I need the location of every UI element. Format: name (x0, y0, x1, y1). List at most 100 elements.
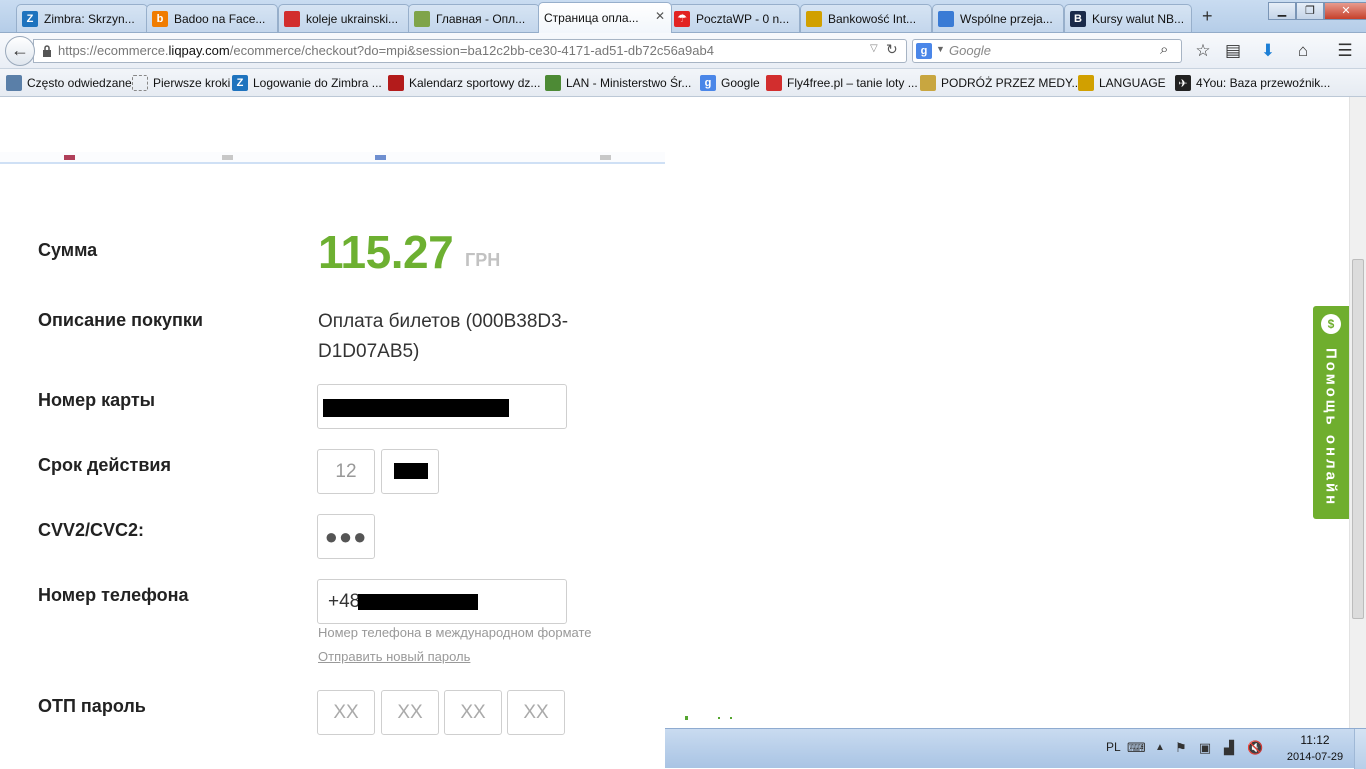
phone-input[interactable]: +48 (317, 579, 567, 624)
browser-tab[interactable]: ☂ PocztaWP - 0 n... (668, 4, 800, 32)
expiry-month-input[interactable]: 12 (317, 449, 375, 494)
language-indicator[interactable]: PL (1106, 740, 1121, 754)
show-desktop-button[interactable] (1354, 729, 1366, 769)
bookmark-item[interactable]: Kalendarz sportowy dz... (388, 75, 540, 91)
otp-input-1[interactable]: XX (317, 690, 375, 735)
bookmark-folder-icon (6, 75, 22, 91)
menu-icon[interactable]: ☰ (1334, 41, 1356, 63)
google-icon: g (700, 75, 716, 91)
new-tab-button[interactable]: + (1202, 6, 1213, 27)
browser-tab[interactable]: b Badoo na Face... (146, 4, 278, 32)
bookmark-item[interactable]: ✈ 4You: Baza przewoźnik... (1175, 75, 1330, 91)
star-icon[interactable]: ☆ (1192, 41, 1214, 63)
phone-prefix: +48 (328, 590, 361, 612)
minimize-button[interactable]: ▁ (1268, 2, 1296, 20)
bank-icon (806, 10, 822, 27)
otp-input-3[interactable]: XX (444, 690, 502, 735)
calendar-icon (388, 75, 404, 91)
browser-tab[interactable]: koleje ukrainski... (278, 4, 410, 32)
lan-icon (545, 75, 561, 91)
maximize-button[interactable]: ❐ (1296, 2, 1324, 20)
nbp-icon: B (1070, 10, 1086, 27)
browser-tab[interactable]: Wspólne przeja... (932, 4, 1064, 32)
back-button[interactable]: ← (5, 36, 35, 66)
online-help-button[interactable]: $ Помощь онлайн (1313, 306, 1349, 519)
network-signal-icon[interactable]: ▟ (1221, 740, 1237, 756)
bookmark-item[interactable]: Pierwsze kroki (132, 75, 230, 91)
keyboard-icon[interactable]: ⌨ (1127, 740, 1146, 756)
tab-strip: Z Zimbra: Skrzyn... b Badoo na Face... kolej… (0, 0, 1366, 33)
otp-input-2[interactable]: XX (381, 690, 439, 735)
help-chat-icon: $ (1321, 314, 1341, 334)
chevron-down-icon[interactable]: ▼ (936, 44, 945, 54)
bookmark-label: Kalendarz sportowy dz... (409, 76, 541, 90)
resend-password-link[interactable]: Отправить новый пароль (318, 649, 470, 664)
volume-muted-icon[interactable]: 🔇 (1247, 740, 1263, 756)
browser-tab[interactable]: Главная - Опл... (408, 4, 540, 32)
header-strip-remnant (0, 152, 665, 164)
lock-icon (43, 45, 51, 57)
bookmark-item[interactable]: LANGUAGE (1078, 75, 1166, 91)
amount-label: Сумма (38, 240, 98, 260)
checkout-panel: Сумма 115.27 ГРН Описание покупки Оплата… (0, 97, 665, 768)
search-input[interactable]: Google (912, 39, 1182, 63)
clock-time[interactable]: 11:12 (1285, 733, 1345, 747)
strip-mark (600, 155, 611, 160)
bookmark-item[interactable]: Z Logowanie do Zimbra ... (232, 75, 382, 91)
card-number-input[interactable] (317, 384, 567, 429)
zimbra-icon: Z (232, 75, 248, 91)
phone-label: Номер телефона (38, 585, 189, 605)
people-icon (938, 10, 954, 27)
browser-tab[interactable]: Страница опла... ✕ (538, 2, 672, 33)
expiry-year-input[interactable] (381, 449, 439, 494)
action-center-flag-icon[interactable]: ⚑ (1173, 740, 1189, 756)
otp-placeholder: XX (523, 701, 549, 723)
description-label: Описание покупки (38, 310, 203, 330)
tab-label: Wspólne przeja... (960, 11, 1053, 26)
browser-tab[interactable]: Bankowość Int... (800, 4, 932, 32)
url-dropdown-icon[interactable]: ▽ (870, 43, 878, 54)
search-icon[interactable]: ⌕ (1160, 41, 1168, 58)
google-search-engine-icon[interactable]: g (916, 43, 932, 59)
reload-icon[interactable]: ↻ (886, 41, 898, 58)
tab-label: koleje ukrainski... (306, 11, 399, 26)
bookmark-item[interactable]: LAN - Ministerstwo Śr... (545, 75, 691, 91)
otp-placeholder: XX (333, 701, 359, 723)
bookmark-item[interactable]: Często odwiedzane (6, 75, 132, 91)
reading-list-icon[interactable]: ▤ (1222, 41, 1244, 63)
browser-tab[interactable]: Z Zimbra: Skrzyn... (16, 4, 148, 32)
url-bar[interactable]: https://ecommerce.liqpay.com/ecommerce/c… (33, 39, 907, 63)
strip-mark (375, 155, 386, 160)
device-icon[interactable]: ▣ (1197, 740, 1213, 756)
bookmark-label: Często odwiedzane (27, 76, 132, 90)
browser-tab[interactable]: B Kursy walut NB... (1064, 4, 1192, 32)
close-window-button[interactable]: ✕ (1324, 2, 1366, 20)
flight-icon (284, 10, 300, 27)
scrollbar-thumb[interactable] (1352, 259, 1364, 619)
otp-input-4[interactable]: XX (507, 690, 565, 735)
tray-expand-icon[interactable]: ▲ (1152, 740, 1168, 756)
description-value: Оплата билетов (000B38D3-D1D07AB5) (318, 311, 569, 362)
bookmark-item[interactable]: Fly4free.pl – tanie loty ... (766, 75, 918, 91)
home-icon[interactable]: ⌂ (1292, 41, 1314, 63)
close-tab-icon[interactable]: ✕ (655, 9, 665, 23)
tab-label: Zimbra: Skrzyn... (44, 11, 135, 26)
tab-label: Badoo na Face... (174, 11, 266, 26)
tab-label: Bankowość Int... (828, 11, 917, 26)
clock-date[interactable]: 2014-07-29 (1277, 751, 1353, 763)
loading-dot (685, 716, 688, 720)
bookmark-label: Pierwsze kroki (153, 76, 231, 90)
amount-currency: ГРН (465, 250, 501, 270)
expiry-month-value: 12 (335, 460, 357, 482)
bookmark-item[interactable]: g Google (700, 75, 760, 91)
language-icon (1078, 75, 1094, 91)
cvv-masked-value: ●●● (324, 523, 368, 549)
page-scrollbar[interactable] (1349, 97, 1366, 728)
bookmarks-toolbar: Często odwiedzane Pierwsze kroki Z Logowani… (0, 69, 1366, 97)
badoo-icon: b (152, 10, 168, 27)
cvv-input[interactable]: ●●● (317, 514, 375, 559)
bookmark-item[interactable]: PODRÓŻ PRZEZ MEDY... (920, 75, 1081, 91)
search-placeholder: Google (949, 43, 991, 58)
expiry-label: Срок действия (38, 455, 171, 475)
download-icon[interactable]: ⬇ (1257, 41, 1279, 63)
